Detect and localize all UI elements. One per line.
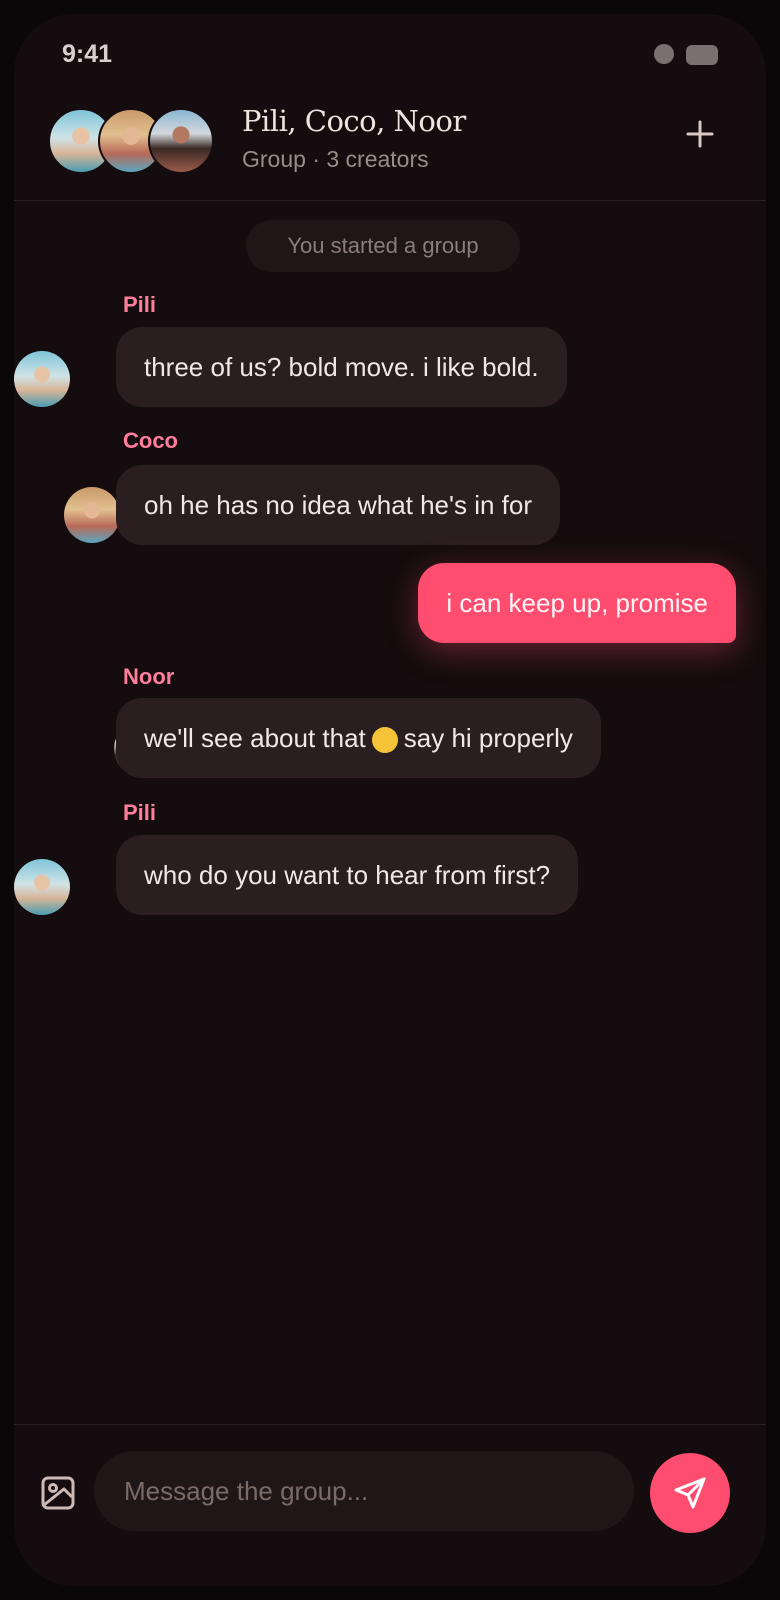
avatar-coco[interactable] [64,487,120,543]
message-text: we'll see about that [144,722,366,753]
chat-header: Pili, Coco, Noor Group · 3 creators [14,90,766,201]
phone-screen: 9:41 Pili, Coco, Noor Group · 3 creators… [14,14,766,1586]
group-avatar-stack[interactable] [48,108,218,174]
send-button[interactable] [650,1453,730,1533]
image-icon [41,1476,75,1510]
smirking-face-icon [371,727,398,753]
status-time: 9:41 [62,40,113,68]
sender-name: Noor [123,664,175,689]
camera-dot-icon [654,44,674,64]
message-bubble[interactable]: oh he has no idea what he's in for [116,465,561,545]
sender-name: Pili [123,800,157,825]
battery-icon [686,45,718,65]
message-bubble[interactable]: we'll see about that say hi properly [116,698,601,778]
avatar-pili[interactable] [14,351,70,407]
message-input[interactable] [94,1451,634,1531]
sender-name: Coco [123,428,178,453]
message-bubble[interactable]: three of us? bold move. i like bold. [116,327,567,407]
system-message: You started a group [246,220,520,272]
avatar-pili[interactable] [14,859,70,915]
group-subtitle: Group · 3 creators [242,146,429,172]
add-member-button[interactable] [678,112,722,156]
message-composer [14,1424,766,1586]
avatar-noor [148,108,214,174]
plus-icon [686,120,714,148]
message-bubble[interactable]: who do you want to hear from first? [116,835,579,915]
attach-image-button[interactable] [36,1471,80,1515]
sender-name: Pili [123,292,157,317]
group-title[interactable]: Pili, Coco, Noor [242,104,466,138]
send-icon [674,1477,706,1509]
my-message-bubble[interactable]: i can keep up, promise [418,563,736,643]
message-text: say hi properly [403,722,573,753]
